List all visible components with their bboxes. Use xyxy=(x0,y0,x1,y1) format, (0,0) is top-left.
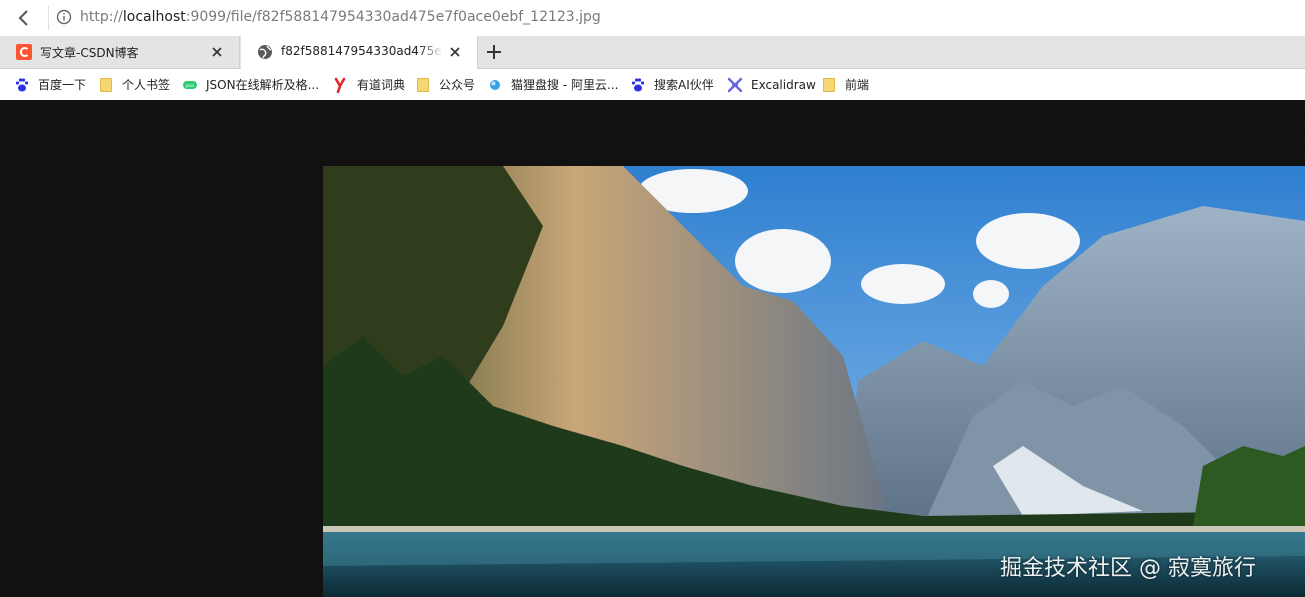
bookmark-label: 百度一下 xyxy=(38,78,87,92)
youdao-icon xyxy=(333,77,349,93)
back-icon[interactable] xyxy=(14,8,34,28)
bookmark-label: Excalidraw xyxy=(751,77,816,92)
watermark-text: 掘金技术社区 @ 寂寞旅行 xyxy=(1000,556,1256,581)
bookmark-frontend[interactable]: 前端 xyxy=(821,69,869,100)
url-field[interactable]: http://localhost:9099/file/f82f588147954… xyxy=(80,9,601,25)
bookmark-youdao[interactable]: 有道词典 xyxy=(333,69,405,100)
bookmark-gongzhonghao[interactable]: 公众号 xyxy=(415,69,475,100)
url-scheme: http:// xyxy=(80,9,123,25)
bookmark-label: 公众号 xyxy=(439,78,476,92)
baidu-paw-icon xyxy=(630,77,646,93)
bookmark-label: 个人书签 xyxy=(122,78,171,92)
close-tab-icon[interactable] xyxy=(447,44,463,60)
json-icon: json xyxy=(182,77,198,93)
toolbar-divider xyxy=(48,6,49,30)
baidu-paw-icon xyxy=(14,77,30,93)
tab-csdn[interactable]: 写文章-CSDN博客 xyxy=(0,36,240,68)
bookmark-label: 搜索AI伙伴 xyxy=(654,78,714,92)
tab-strip: 写文章-CSDN博客 f82f588147954330ad475e7f0ace0… xyxy=(0,36,1305,69)
bookmark-excalidraw[interactable]: Excalidraw xyxy=(727,69,816,100)
url-path: :9099/file/f82f588147954330ad475e7f0ace0… xyxy=(185,9,601,25)
svg-text:json: json xyxy=(185,83,195,88)
tab-image[interactable]: f82f588147954330ad475e7f0ace0ebf_12123.j… xyxy=(241,36,478,69)
bookmark-baidu[interactable]: 百度一下 xyxy=(14,69,86,100)
bookmark-maoli[interactable]: 猫狸盘搜 - 阿里云... xyxy=(487,69,618,100)
folder-icon xyxy=(98,77,114,93)
bookmarks-bar: 百度一下 个人书签 json JSON在线解析及格... 有道词典 公众号 猫狸… xyxy=(0,69,1305,100)
landscape-photo xyxy=(323,166,1305,597)
tab-title: f82f588147954330ad475e7f0ace0ebf_12123.j… xyxy=(281,44,443,58)
new-tab-icon[interactable] xyxy=(484,42,504,62)
excalidraw-icon xyxy=(727,77,743,93)
search-drop-icon xyxy=(487,77,503,93)
close-tab-icon[interactable] xyxy=(209,44,225,60)
bookmark-ai-partner[interactable]: 搜索AI伙伴 xyxy=(630,69,714,100)
bookmark-label: JSON在线解析及格... xyxy=(206,78,320,92)
bookmark-json[interactable]: json JSON在线解析及格... xyxy=(182,69,319,100)
bookmark-label: 有道词典 xyxy=(357,78,406,92)
bookmark-label: 猫狸盘搜 - 阿里云... xyxy=(511,78,619,92)
csdn-icon xyxy=(16,44,32,60)
site-info-icon[interactable] xyxy=(56,9,72,25)
folder-icon xyxy=(821,77,837,93)
bookmark-label: 前端 xyxy=(845,78,870,92)
address-bar: http://localhost:9099/file/f82f588147954… xyxy=(0,0,1305,37)
tab-title: 写文章-CSDN博客 xyxy=(40,46,139,60)
image-viewer xyxy=(0,100,1305,597)
url-host: localhost xyxy=(122,9,186,25)
bookmark-personal[interactable]: 个人书签 xyxy=(98,69,170,100)
folder-icon xyxy=(415,77,431,93)
globe-icon xyxy=(258,45,272,59)
